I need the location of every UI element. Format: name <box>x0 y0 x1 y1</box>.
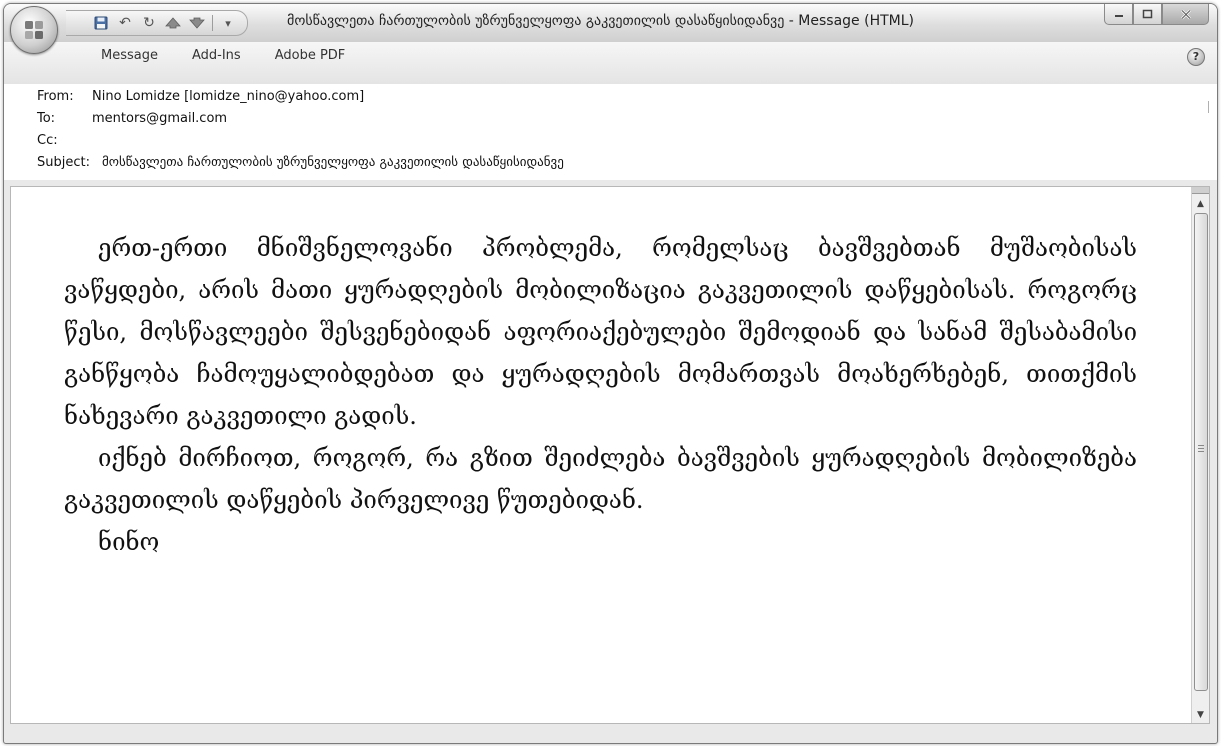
scroll-splitter[interactable] <box>1192 187 1209 194</box>
scroll-thumb[interactable] <box>1194 213 1208 691</box>
subject-label: Subject: <box>37 155 90 170</box>
office-logo-icon <box>25 21 43 39</box>
message-headers: From: Nino Lomidze [lomidze_nino@yahoo.c… <box>4 84 1217 180</box>
to-value[interactable]: mentors@gmail.com <box>92 111 227 126</box>
save-icon[interactable] <box>92 14 110 32</box>
quick-access-toolbar: ↶ ↻ ▾ <box>66 10 248 36</box>
subject-value: მოსწავლეთა ჩართულობის უზრუნველყოფა გაკვე… <box>102 155 564 170</box>
message-text: ერთ-ერთი მნიშვნელოვანი პრობლემა, რომელსა… <box>64 227 1137 563</box>
message-body: ერთ-ერთი მნიშვნელოვანი პრობლემა, რომელსა… <box>10 186 1210 724</box>
message-window: ↶ ↻ ▾ მოსწავლეთა ჩართულობის უზრუნველყოფა… <box>3 3 1218 744</box>
cc-label: Cc: <box>37 133 58 148</box>
message-signature: ნინო <box>98 528 160 556</box>
help-icon[interactable]: ? <box>1187 48 1205 66</box>
undo-icon[interactable]: ↶ <box>116 14 134 32</box>
message-paragraph: ერთ-ერთი მნიშვნელოვანი პრობლემა, რომელსა… <box>64 234 1137 430</box>
redo-icon[interactable]: ↻ <box>140 14 158 32</box>
title-bar: ↶ ↻ ▾ მოსწავლეთა ჩართულობის უზრუნველყოფა… <box>4 4 1217 43</box>
toolbar-separator <box>212 15 213 31</box>
scroll-up-arrow-icon[interactable]: ▲ <box>1192 195 1209 212</box>
vertical-scrollbar[interactable]: ▲ ▼ <box>1191 187 1209 723</box>
tab-message[interactable]: Message <box>101 48 158 63</box>
from-label: From: <box>37 89 74 104</box>
window-title: მოსწავლეთა ჩართულობის უზრუნველყოფა გაკვე… <box>287 13 914 29</box>
ribbon: Message Add-Ins Adobe PDF ? <box>4 42 1217 85</box>
window-controls <box>1104 4 1209 25</box>
ribbon-tabs: Message Add-Ins Adobe PDF <box>101 48 379 63</box>
header-divider <box>1208 101 1209 113</box>
previous-item-icon[interactable] <box>164 14 182 32</box>
scroll-down-arrow-icon[interactable]: ▼ <box>1192 706 1209 723</box>
customize-toolbar-icon[interactable]: ▾ <box>219 14 237 32</box>
scroll-grip-icon <box>1198 445 1204 446</box>
next-item-icon[interactable] <box>188 14 206 32</box>
from-value[interactable]: Nino Lomidze [lomidze_nino@yahoo.com] <box>92 89 364 104</box>
maximize-button[interactable] <box>1133 4 1162 25</box>
close-button[interactable] <box>1162 4 1209 25</box>
to-label: To: <box>37 111 56 126</box>
message-paragraph: იქნებ მირჩიოთ, როგორ, რა გზით შეიძლება ბ… <box>64 444 1137 514</box>
office-button[interactable] <box>10 6 58 54</box>
tab-add-ins[interactable]: Add-Ins <box>192 48 241 63</box>
minimize-button[interactable] <box>1104 4 1133 25</box>
tab-adobe-pdf[interactable]: Adobe PDF <box>275 48 346 63</box>
